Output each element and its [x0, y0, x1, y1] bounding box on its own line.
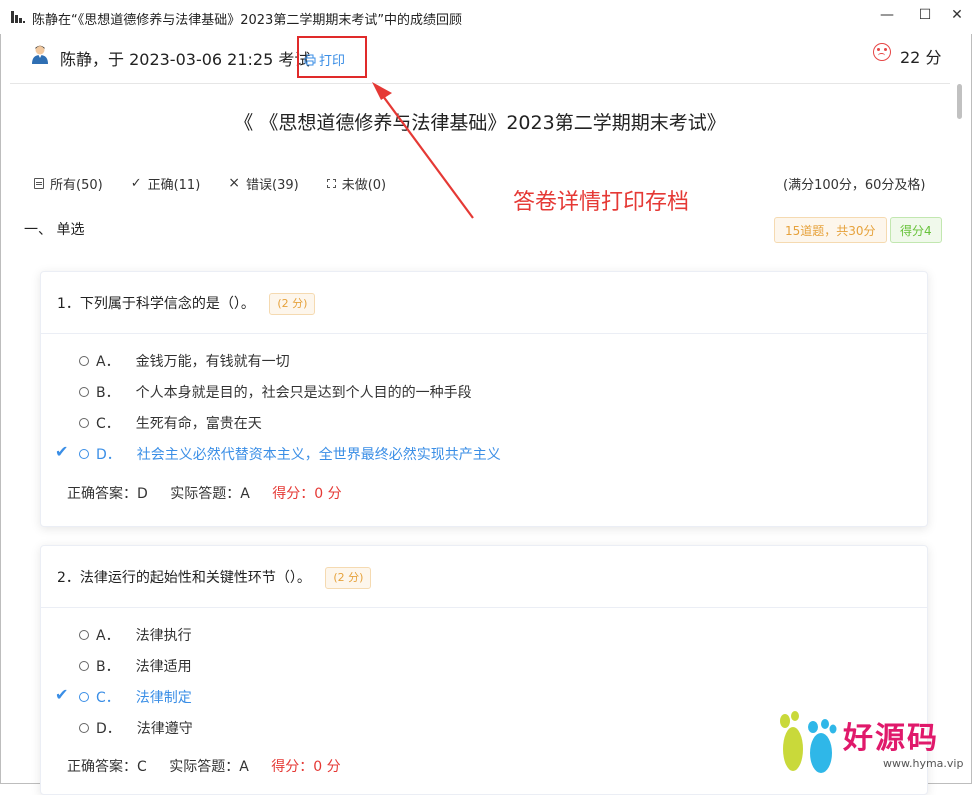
sad-face-icon	[873, 43, 891, 61]
radio-icon	[79, 692, 89, 702]
exam-title: 《 《思想道德修养与法律基础》2023第二学期期末考试》	[234, 112, 726, 134]
option-text: 生死有命，富贵在天	[135, 416, 262, 432]
filter-undone[interactable]: 未做(0)	[326, 174, 387, 193]
filter-bar: 所有(50) ✓ 正确(11) × 错误(39) 未做(0)	[34, 173, 414, 193]
option-text: 法律遵守	[136, 721, 193, 737]
total-score: 22 分	[900, 48, 942, 67]
user-exam-info: 陈静，于 2023-03-06 21:25 考试	[60, 50, 311, 69]
question-header: 2．法律运行的起始性和关键性环节（）。 (2 分)	[41, 546, 927, 608]
annotation-text: 答卷详情打印存档	[513, 190, 690, 215]
divider	[10, 83, 950, 84]
section-title: 一、 单选	[24, 222, 85, 238]
option-key: C．	[96, 416, 120, 432]
bar-chart-icon	[11, 11, 25, 23]
option-key: C．	[96, 690, 120, 706]
question-card: 1．下列属于科学信念的是（）。 (2 分) A． 金钱万能，有钱就有一切 B． …	[40, 271, 928, 527]
watermark-url: www.hyma.vip	[883, 757, 964, 770]
undone-icon	[326, 178, 336, 188]
minimize-button[interactable]: —	[872, 4, 902, 26]
filter-correct[interactable]: ✓ 正确(11)	[131, 174, 201, 193]
footprint-logo-icon	[780, 711, 837, 773]
filter-all[interactable]: 所有(50)	[34, 174, 103, 193]
answer-result: 正确答案：C 实际答题：A 得分：0 分	[67, 756, 359, 776]
option-text: 法律适用	[135, 659, 192, 675]
correct-answer-check-icon: ✔	[55, 685, 69, 704]
correct-answer-check-icon: ✔	[55, 442, 69, 461]
scrollbar[interactable]	[955, 84, 964, 774]
filter-label: 正确(11)	[147, 177, 201, 193]
filter-label: 未做(0)	[341, 177, 387, 193]
filter-label: 所有(50)	[50, 177, 103, 193]
question-text: 1．下列属于科学信念的是（）。 (2 分)	[57, 293, 316, 315]
question-points-badge: (2 分)	[325, 567, 372, 589]
watermark-text: 好源码	[843, 721, 939, 756]
x-icon: ×	[228, 175, 241, 191]
correct-answer: 正确答案：C	[67, 759, 147, 775]
radio-icon	[79, 723, 89, 733]
option-c[interactable]: C． 法律制定	[79, 687, 192, 707]
filter-label: 错误(39)	[246, 177, 299, 193]
option-text: 金钱万能，有钱就有一切	[135, 354, 290, 370]
question-stem: 2．法律运行的起始性和关键性环节（）。	[57, 570, 311, 586]
option-key: D．	[96, 447, 121, 463]
option-d[interactable]: D． 社会主义必然代替资本主义，全世界最终必然实现共产主义	[79, 444, 501, 464]
actual-answer: 实际答题：A	[169, 759, 249, 775]
actual-answer: 实际答题：A	[170, 486, 250, 502]
option-key: A．	[96, 354, 120, 370]
question-text: 2．法律运行的起始性和关键性环节（）。 (2 分)	[57, 567, 372, 589]
section-count-badge: 15道题，共30分	[774, 217, 887, 243]
all-icon	[34, 177, 44, 189]
option-d[interactable]: D． 法律遵守	[79, 718, 193, 738]
check-icon: ✓	[130, 175, 142, 191]
option-c[interactable]: C． 生死有命，富贵在天	[79, 413, 262, 433]
radio-icon	[79, 387, 89, 397]
full-score-note: (满分100分，60分及格)	[783, 178, 926, 193]
option-b[interactable]: B． 法律适用	[79, 656, 192, 676]
question-stem: 1．下列属于科学信念的是（）。	[57, 296, 255, 312]
option-key: D．	[96, 721, 121, 737]
close-button[interactable]: ✕	[942, 4, 972, 26]
radio-icon	[79, 630, 89, 640]
correct-answer: 正确答案：D	[67, 486, 148, 502]
question-points-badge: (2 分)	[269, 293, 316, 315]
filter-wrong[interactable]: × 错误(39)	[228, 174, 298, 193]
window-title: 陈静在“《思想道德修养与法律基础》2023第二学期期末考试”中的成绩回顾	[32, 13, 463, 28]
answer-result: 正确答案：D 实际答题：A 得分：0 分	[67, 483, 360, 503]
radio-icon	[79, 661, 89, 671]
option-text: 社会主义必然代替资本主义，全世界最终必然实现共产主义	[136, 447, 501, 463]
option-key: B．	[96, 385, 120, 401]
option-b[interactable]: B． 个人本身就是目的，社会只是达到个人目的的一种手段	[79, 382, 472, 402]
review-header: 陈静，于 2023-03-06 21:25 考试 打印 22 分	[0, 34, 960, 82]
option-text: 个人本身就是目的，社会只是达到个人目的的一种手段	[135, 385, 472, 401]
maximize-button[interactable]: ☐	[910, 4, 940, 26]
radio-icon	[79, 418, 89, 428]
site-watermark: 好源码 www.hyma.vip	[773, 707, 969, 779]
option-key: A．	[96, 628, 120, 644]
annotation-highlight-box	[297, 36, 367, 78]
question-score: 得分：0 分	[271, 759, 341, 775]
option-text: 法律制定	[135, 690, 192, 706]
question-header: 1．下列属于科学信念的是（）。 (2 分)	[41, 272, 927, 334]
avatar	[32, 45, 48, 64]
radio-icon	[79, 356, 89, 366]
question-score: 得分：0 分	[272, 486, 342, 502]
option-key: B．	[96, 659, 120, 675]
option-a[interactable]: A． 金钱万能，有钱就有一切	[79, 351, 290, 371]
option-text: 法律执行	[135, 628, 192, 644]
title-bar: 陈静在“《思想道德修养与法律基础》2023第二学期期末考试”中的成绩回顾 — ☐…	[0, 0, 972, 34]
radio-icon	[79, 449, 89, 459]
section-score-badge: 得分4	[890, 217, 942, 243]
option-a[interactable]: A． 法律执行	[79, 625, 192, 645]
